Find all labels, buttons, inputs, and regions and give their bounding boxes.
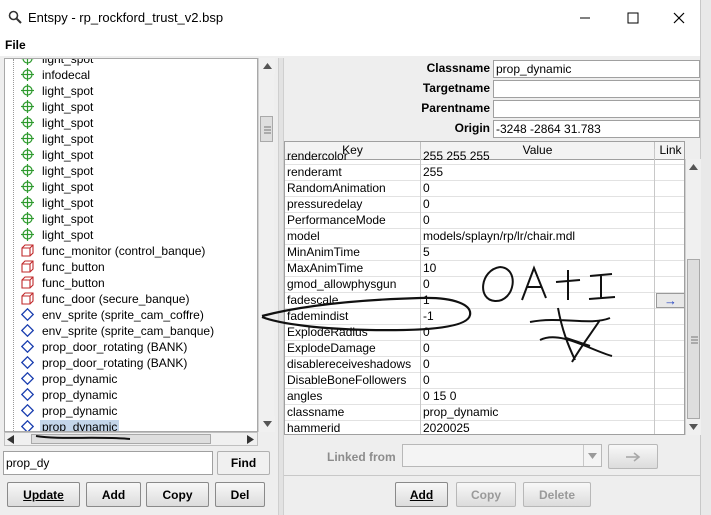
handwritten-annotation-overlay [35, 265, 616, 440]
